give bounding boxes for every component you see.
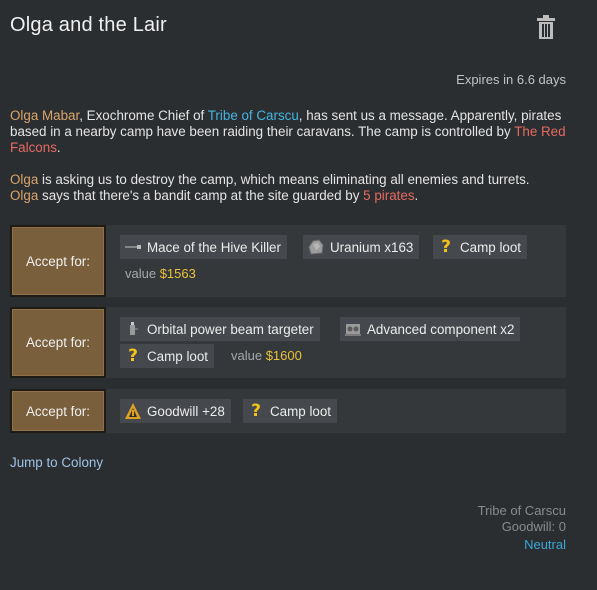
value-amount: $1600 <box>265 348 302 363</box>
description-paragraph: Olga is asking us to destroy the camp, w… <box>10 172 570 204</box>
pirate-count: 5 pirates <box>363 188 415 203</box>
reward-option: Accept for: Mace of the Hive Killer Uran… <box>10 225 566 297</box>
reward-label: Orbital power beam targeter <box>147 321 314 337</box>
reward-option: Accept for: Orbital power beam targeter … <box>10 307 566 378</box>
description-paragraph: Olga Mabar, Exochrome Chief of Tribe of … <box>10 108 570 156</box>
value-amount: $1563 <box>159 266 196 281</box>
faction-link[interactable]: Tribe of Carscu <box>208 108 299 123</box>
expiry-text: Expires in 6.6 days <box>456 72 566 87</box>
reward-label: Advanced component x2 <box>367 321 515 337</box>
reward-item[interactable]: Mace of the Hive Killer <box>120 235 287 259</box>
quest-description: Olga Mabar, Exochrome Chief of Tribe of … <box>10 108 570 204</box>
reward-item[interactable]: ? Camp loot <box>243 399 338 423</box>
value-label: value <box>231 348 263 363</box>
value-label: value <box>125 266 157 281</box>
reward-label: Camp loot <box>460 239 522 255</box>
reward-item[interactable]: ? Camp loot <box>433 235 528 259</box>
reward-label: Camp loot <box>147 348 209 364</box>
offer-value: value $1600 <box>231 348 302 363</box>
question-icon: ? <box>128 346 138 366</box>
question-icon: ? <box>441 237 451 257</box>
faction-name: Tribe of Carscu <box>477 503 566 518</box>
text-segment: . <box>414 188 419 203</box>
reward-item[interactable]: Orbital power beam targeter <box>120 317 320 341</box>
question-icon: ? <box>251 401 261 421</box>
goodwill-value: Goodwill: 0 <box>501 519 566 534</box>
person-link[interactable]: Olga Mabar <box>10 108 79 123</box>
reward-option: Accept for: Goodwill +28 ? Camp loot <box>10 389 566 433</box>
reward-label: Mace of the Hive Killer <box>147 239 281 255</box>
component-icon <box>344 320 362 338</box>
reward-item[interactable]: Advanced component x2 <box>340 317 521 341</box>
text-segment: . <box>56 140 61 155</box>
text-segment: says that there's a bandit camp at the s… <box>38 188 364 203</box>
accept-button[interactable]: Accept for: <box>10 307 106 378</box>
uranium-icon <box>307 238 325 256</box>
relation-status: Neutral <box>524 537 566 552</box>
offer-value: value $1563 <box>125 266 196 281</box>
trash-icon[interactable] <box>535 14 557 40</box>
reward-label: Goodwill +28 <box>147 403 225 419</box>
person-link[interactable]: Olga <box>10 172 38 187</box>
reward-item[interactable]: ? Camp loot <box>120 344 215 368</box>
quest-title: Olga and the Lair <box>10 14 167 36</box>
reward-item[interactable]: Goodwill +28 <box>120 399 231 423</box>
faction-info: Tribe of Carscu Goodwill: 0 Neutral <box>478 503 566 553</box>
goodwill-icon <box>124 402 142 420</box>
jump-to-colony-link[interactable]: Jump to Colony <box>10 455 103 470</box>
reward-label: Uranium x163 <box>330 239 414 255</box>
accept-button[interactable]: Accept for: <box>10 225 106 297</box>
mace-icon <box>124 238 142 256</box>
text-segment: , Exochrome Chief of <box>79 108 208 123</box>
reward-item[interactable]: Uranium x163 <box>303 235 420 259</box>
text-segment: is asking us to destroy the camp, which … <box>38 172 530 187</box>
person-link[interactable]: Olga <box>10 188 38 203</box>
beam-targeter-icon <box>124 320 142 338</box>
accept-button[interactable]: Accept for: <box>10 389 106 433</box>
reward-label: Camp loot <box>270 403 332 419</box>
